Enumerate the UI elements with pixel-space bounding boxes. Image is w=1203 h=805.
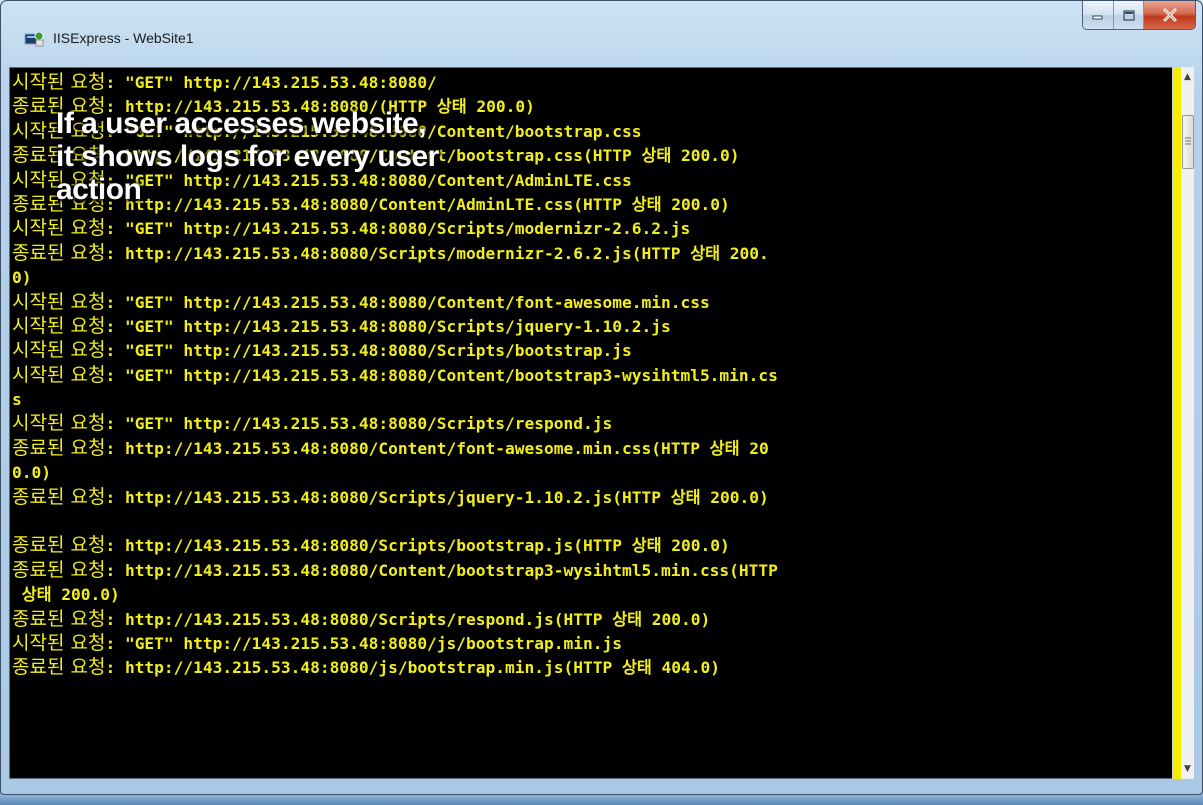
console-line-label: 종료된 요청 <box>12 558 106 581</box>
console-line: 시작된 요청: "GET" http://143.215.53.48:8080/… <box>12 631 1162 655</box>
console-line-text: : "GET" http://143.215.53.48:8080/ <box>105 73 437 92</box>
console-line-text: 상태 200.0) <box>12 585 120 605</box>
console-line: 종료된 요청: http://143.215.53.48:8080/Conten… <box>12 558 1162 582</box>
console-line-text: : "GET" http://143.215.53.48:8080/Conten… <box>105 365 778 385</box>
console-line-label: 종료된 요청 <box>12 436 106 459</box>
scrollbar-thumb[interactable] <box>1182 115 1194 169</box>
minimize-icon <box>1092 15 1103 20</box>
window-title: IISExpress - WebSite1 <box>53 30 194 46</box>
console-line-text: 0) <box>12 268 32 288</box>
console-line-text: : http://143.215.53.48:8080/Scripts/resp… <box>105 609 711 629</box>
console-line-text: : http://143.215.53.48:8080/Scripts/jque… <box>105 487 769 507</box>
console-line-label: 시작된 요청 <box>12 314 106 337</box>
vertical-scrollbar[interactable]: ▲ ▼ <box>1172 67 1194 779</box>
console-line: 종료된 요청: http://143.215.53.48:8080/Conten… <box>12 436 1162 460</box>
console-line: 0) <box>12 265 1162 289</box>
desktop-taskbar-edge <box>0 795 1203 805</box>
console-line-text: : http://143.215.53.48:8080/Content/font… <box>105 438 769 458</box>
scroll-down-arrow-icon[interactable]: ▼ <box>1181 761 1194 777</box>
console-line: 시작된 요청: "GET" http://143.215.53.48:8080/… <box>12 411 1162 435</box>
console-line-text: s <box>12 390 22 410</box>
scroll-up-arrow-icon[interactable]: ▲ <box>1181 69 1194 85</box>
annotation-overlay: If a user accesses website, it shows log… <box>56 107 576 206</box>
console-line-label: 종료된 요청 <box>12 485 106 508</box>
window-controls <box>1082 1 1196 30</box>
console-line-text: : http://143.215.53.48:8080/Content/boot… <box>105 560 778 580</box>
console-line-text: : "GET" http://143.215.53.48:8080/Script… <box>105 219 691 239</box>
console-line-label: 시작된 요청 <box>12 290 106 313</box>
console-line-label: 시작된 요청 <box>12 363 106 386</box>
console-line: 시작된 요청: "GET" http://143.215.53.48:8080/ <box>12 70 1162 94</box>
console-line-label: 종료된 요청 <box>12 241 106 264</box>
console-line: 종료된 요청: http://143.215.53.48:8080/Script… <box>12 607 1162 631</box>
console-line-label: 시작된 요청 <box>12 217 106 240</box>
console-line: 시작된 요청: "GET" http://143.215.53.48:8080/… <box>12 314 1162 338</box>
annotation-line: it shows logs for every user <box>56 140 439 173</box>
console-line: 시작된 요청: "GET" http://143.215.53.48:8080/… <box>12 290 1162 314</box>
console-line: 0.0) <box>12 460 1162 484</box>
console-line-text: : http://143.215.53.48:8080/Scripts/mode… <box>105 243 769 263</box>
console-line-label: 종료된 요청 <box>12 656 106 679</box>
maximize-icon <box>1122 9 1135 21</box>
close-icon <box>1163 8 1176 22</box>
console-line: s <box>12 387 1162 411</box>
console-line: 상태 200.0) <box>12 582 1162 606</box>
annotation-line: If a user accesses website, <box>56 107 427 140</box>
console-app-icon <box>24 31 44 47</box>
minimize-button[interactable] <box>1083 1 1113 29</box>
close-button[interactable] <box>1143 1 1195 29</box>
console-line-text: : "GET" http://143.215.53.48:8080/js/boo… <box>105 633 622 653</box>
console-line: 시작된 요청: "GET" http://143.215.53.48:8080/… <box>12 216 1162 240</box>
console-line-text: : "GET" http://143.215.53.48:8080/Script… <box>105 341 632 361</box>
console-line-label: 시작된 요청 <box>12 412 106 435</box>
console-line-text: : "GET" http://143.215.53.48:8080/Script… <box>105 316 671 336</box>
console-line-label: 종료된 요청 <box>12 607 106 630</box>
maximize-button[interactable] <box>1113 1 1143 29</box>
title-bar[interactable]: IISExpress - WebSite1 <box>1 1 1202 65</box>
scrollbar-highlight <box>1173 67 1181 779</box>
console-line-label: 시작된 요청 <box>12 631 106 654</box>
console-line-label: 시작된 요청 <box>12 339 106 362</box>
console-line-text: : http://143.215.53.48:8080/Scripts/boot… <box>105 536 730 556</box>
console-line-text: 0.0) <box>12 463 51 483</box>
console-line: 시작된 요청: "GET" http://143.215.53.48:8080/… <box>12 363 1162 387</box>
console-line: 종료된 요청: http://143.215.53.48:8080/Script… <box>12 485 1162 509</box>
console-line-label: 종료된 요청 <box>12 534 106 557</box>
console-line: 시작된 요청: "GET" http://143.215.53.48:8080/… <box>12 338 1162 362</box>
console-line: 종료된 요청: http://143.215.53.48:8080/js/boo… <box>12 655 1162 679</box>
console-line-text: : "GET" http://143.215.53.48:8080/Script… <box>105 414 613 434</box>
console-line: 종료된 요청: http://143.215.53.48:8080/Script… <box>12 241 1162 265</box>
console-line-label: 시작된 요청 <box>12 71 106 93</box>
console-line-text: : "GET" http://143.215.53.48:8080/Conten… <box>105 292 710 312</box>
console-line-text: : http://143.215.53.48:8080/js/bootstrap… <box>105 658 720 678</box>
annotation-line: action <box>56 173 142 206</box>
console-line: 종료된 요청: http://143.215.53.48:8080/Script… <box>12 533 1162 557</box>
console-window: IISExpress - WebSite1 시작된 요청: "GET" http… <box>0 0 1203 795</box>
